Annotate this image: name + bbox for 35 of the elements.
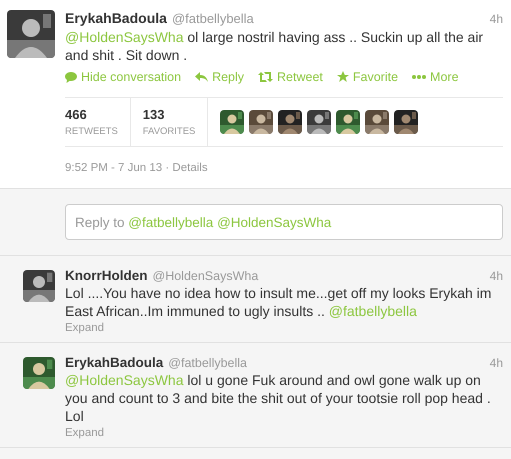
retweet-icon — [258, 72, 274, 82]
tweet-text: Lol ....You have no idea how to insult me...get off my looks Erykah im East African..Im immuned to ugly insults .. @fatbellybella — [65, 284, 492, 320]
star-icon — [336, 71, 349, 83]
user-handle[interactable]: @fatbellybella — [168, 356, 248, 370]
tweet-timestamp[interactable]: 9:52 PM - 7 Jun 13 — [65, 162, 162, 174]
stat-count[interactable]: 133 — [142, 107, 196, 122]
mention-link[interactable]: @fatbellybella — [328, 303, 417, 319]
stat-label[interactable]: FAVORITES — [142, 126, 196, 137]
stat-label[interactable]: RETWEETS — [65, 126, 118, 137]
tweet-time[interactable]: 4h — [490, 269, 503, 283]
expand-link[interactable]: Expand — [65, 322, 503, 334]
separator-dot: · — [165, 162, 170, 174]
tweet-text: @HoldenSaysWha ol large nostril having ass .. Suckin up all the air and shit . Sit down . — [65, 28, 484, 64]
speech-bubble-icon — [65, 72, 77, 82]
reply-icon — [195, 72, 208, 82]
details-link[interactable]: Details — [172, 162, 208, 174]
expand-link[interactable]: Expand — [65, 427, 503, 439]
user-handle[interactable]: @fatbellybella — [172, 11, 254, 26]
mention-link[interactable]: @HoldenSaysWha — [65, 372, 184, 388]
stat-count[interactable]: 466 — [65, 107, 118, 122]
favorite-action[interactable]: Favorite — [336, 70, 398, 84]
tweet-time[interactable]: 4h — [490, 356, 503, 370]
user-name[interactable]: ErykahBadoula — [65, 355, 164, 370]
reply-field[interactable]: Reply to @fatbellybella @HoldenSaysWha — [65, 204, 503, 240]
tweet-text: @HoldenSaysWha lol u gone Fuk around and owl gone walk up on you and count to 3 and bite the shit out of your tootsie roll pop head . Lol — [65, 371, 492, 425]
retweet-action[interactable]: Retweet — [258, 70, 323, 84]
mention-link[interactable]: @HoldenSaysWha — [65, 29, 184, 45]
tweet-time[interactable]: 4h — [490, 12, 503, 26]
user-name[interactable]: ErykahBadoula — [65, 10, 167, 26]
reply-action[interactable]: Reply — [195, 70, 244, 84]
more-icon — [412, 75, 426, 79]
user-handle[interactable]: @HoldenSaysWha — [152, 269, 258, 283]
more-action[interactable]: More — [412, 70, 459, 84]
conversation-action[interactable]: Hide conversation — [65, 70, 182, 84]
user-name[interactable]: KnorrHolden — [65, 268, 148, 283]
